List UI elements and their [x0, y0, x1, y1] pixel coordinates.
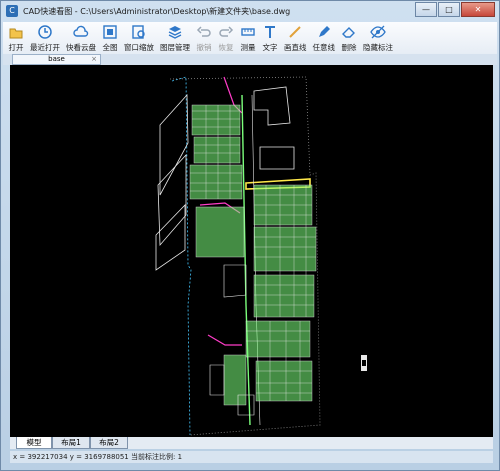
eraser-icon: [341, 24, 357, 40]
window-title: CAD快速看图 - C:\Users\Administrator\Desktop…: [23, 6, 291, 16]
block-cluster: [191, 104, 241, 136]
undo-icon: [196, 24, 212, 40]
building-right-1: [259, 146, 295, 170]
layers-icon: [167, 24, 183, 40]
folder-icon: [8, 24, 24, 40]
building-top-right: [253, 86, 291, 126]
undo-button[interactable]: 撤销: [193, 22, 215, 52]
status-bar: x = 392217034 y = 3169788051 当前标注比例: 1: [10, 451, 493, 463]
main-toolbar: 打开 最近打开 快看云盘 全图 窗口缩放 图层管理 撤销 恢复 测量 文字 画直线 任意线 删除 隐藏标注: [3, 22, 497, 54]
history-icon: [37, 24, 53, 40]
recent-label: 最近打开: [30, 43, 60, 52]
building-outline: [223, 264, 247, 298]
freehand-button[interactable]: 任意线: [310, 22, 339, 52]
redo-button[interactable]: 恢复: [215, 22, 237, 52]
layout-tab-bar: 模型 布局1 布局2: [10, 437, 493, 449]
text-label: 文字: [262, 43, 278, 52]
app-window: C CAD快速看图 - C:\Users\Administrator\Deskt…: [0, 0, 500, 471]
document-tab[interactable]: base ×: [12, 54, 101, 65]
block-cluster: [195, 206, 245, 258]
legend-marker-inner: [362, 360, 366, 366]
measure-icon: [240, 24, 256, 40]
measure-label: 测量: [240, 43, 256, 52]
window-zoom-label: 窗口缩放: [124, 43, 154, 52]
open-label: 打开: [8, 43, 24, 52]
document-tab-bar: base ×: [3, 54, 497, 65]
redo-label: 恢复: [218, 43, 234, 52]
window-controls: — □ ✕: [414, 2, 495, 17]
document-tab-label: base: [48, 55, 65, 63]
zoom-window-icon: [131, 24, 147, 40]
fit-view-icon: [102, 24, 118, 40]
block-cluster: [255, 360, 313, 402]
text-button[interactable]: 文字: [259, 22, 281, 52]
hide-marks-button[interactable]: 隐藏标注: [360, 22, 396, 52]
cloud-icon: [73, 24, 89, 40]
undo-label: 撤销: [196, 43, 212, 52]
measure-button[interactable]: 测量: [237, 22, 259, 52]
tab-model[interactable]: 模型: [16, 437, 52, 449]
road-left-lower: [155, 204, 186, 271]
road-left-middle: [157, 153, 187, 247]
window-zoom-button[interactable]: 窗口缩放: [121, 22, 157, 52]
fullview-label: 全图: [102, 43, 118, 52]
block-cluster: [193, 136, 241, 164]
cloud-label: 快看云盘: [66, 43, 96, 52]
redo-icon: [218, 24, 234, 40]
cloud-button[interactable]: 快看云盘: [63, 22, 99, 52]
block-cluster: [245, 320, 311, 358]
block-cluster: [253, 274, 315, 318]
freehand-label: 任意线: [312, 43, 336, 52]
eye-icon: [370, 24, 386, 40]
line-label: 画直线: [284, 43, 307, 52]
close-button[interactable]: ✕: [461, 2, 495, 17]
fullview-button[interactable]: 全图: [99, 22, 121, 52]
title-bar[interactable]: C CAD快速看图 - C:\Users\Administrator\Deskt…: [1, 1, 499, 21]
line-icon: [287, 24, 303, 40]
building-outline: [209, 364, 225, 396]
boundary-line-left: [171, 76, 192, 436]
erase-button[interactable]: 删除: [338, 22, 360, 52]
layers-button[interactable]: 图层管理: [157, 22, 193, 52]
open-button[interactable]: 打开: [5, 22, 27, 52]
app-logo-icon: C: [6, 5, 18, 17]
layers-label: 图层管理: [160, 43, 190, 52]
text-icon: [262, 24, 278, 40]
tab-close-icon[interactable]: ×: [91, 55, 97, 64]
block-cluster: [253, 226, 317, 272]
tab-layout1[interactable]: 布局1: [52, 437, 90, 449]
maximize-button[interactable]: □: [438, 2, 460, 17]
magenta-line-bottom: [207, 334, 242, 346]
block-cluster: [189, 164, 243, 200]
cad-drawing: [155, 76, 367, 436]
drawing-canvas[interactable]: [10, 65, 493, 437]
line-button[interactable]: 画直线: [281, 22, 310, 52]
erase-label: 删除: [341, 43, 357, 52]
block-cluster: [223, 354, 247, 406]
road-left-upper: [159, 93, 189, 196]
pen-icon: [316, 24, 332, 40]
hide-marks-label: 隐藏标注: [363, 43, 393, 52]
tab-layout2[interactable]: 布局2: [90, 437, 128, 449]
minimize-button[interactable]: —: [415, 2, 437, 17]
recent-button[interactable]: 最近打开: [27, 22, 63, 52]
